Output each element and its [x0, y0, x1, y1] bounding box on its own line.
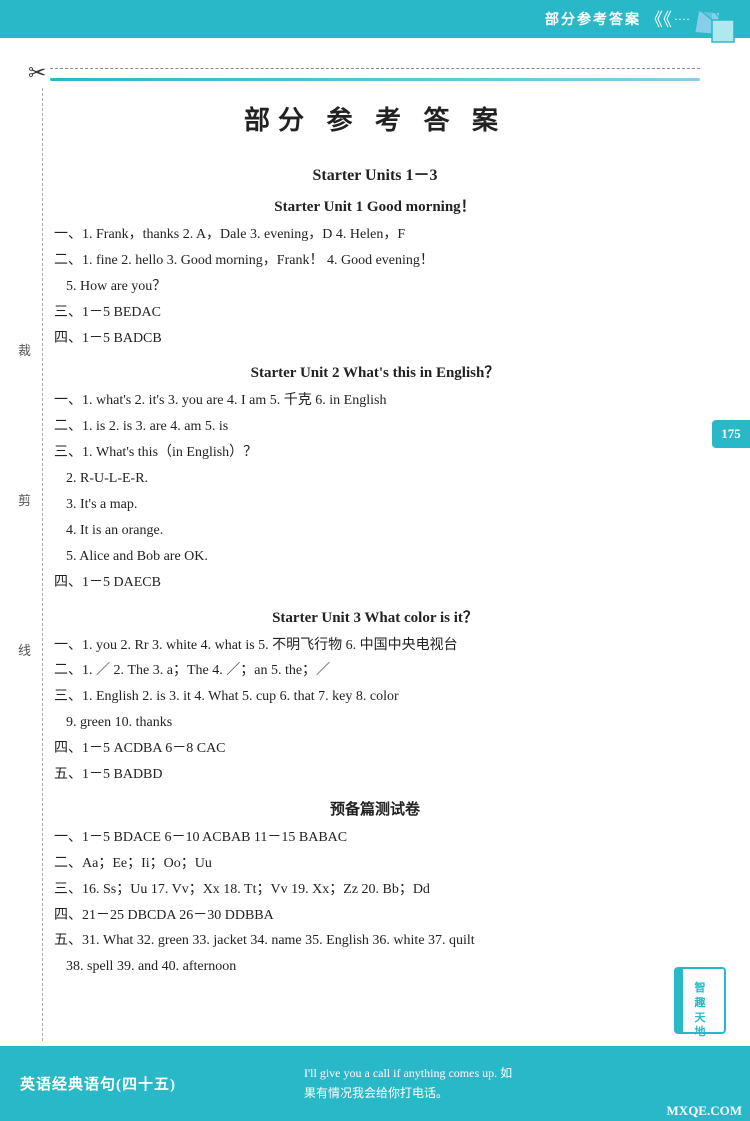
unit3-line-1: 一、1. you 2. Rr 3. white 4. what is 5. 不明…	[54, 633, 700, 659]
main-content: 部分 参 考 答 案 Starter Units 1－3 Starter Uni…	[50, 88, 700, 1041]
cut-line-horizontal	[50, 68, 700, 69]
unit2-title: Starter Unit 2 What's this in English？	[50, 361, 700, 382]
header-label: 部分参考答案	[545, 9, 641, 29]
unit1-line-2: 二、1. fine 2. hello 3. Good morning，Frank…	[54, 248, 700, 274]
svg-text:地: 地	[695, 1024, 706, 1038]
test-line-2: 二、Aa；Ee；Ii；Oo；Uu	[54, 851, 700, 877]
cut-line-vertical	[42, 88, 43, 1041]
unit2-line-8: 四、1－5 DAECB	[54, 570, 700, 596]
side-label-xian: 线	[18, 640, 32, 659]
unit3-line-6: 五、1－5 BADBD	[54, 762, 700, 788]
page-number-badge: 175	[712, 420, 750, 448]
mxqe-logo: MXQE.COM	[659, 1101, 750, 1121]
unit2-line-6: 4. It is an orange.	[66, 518, 700, 544]
unit2-line-2: 二、1. is 2. is 3. are 4. am 5. is	[54, 414, 700, 440]
svg-text:趣: 趣	[694, 995, 707, 1009]
side-label-cai: 裁	[18, 340, 32, 359]
unit3-title: Starter Unit 3 What color is it？	[50, 606, 700, 627]
scissors-icon: ✂	[28, 60, 46, 86]
footer-left-text: 英语经典语句(四十五)	[20, 1073, 304, 1094]
side-label-jian: 剪	[18, 490, 32, 509]
svg-text:天: 天	[695, 1011, 707, 1024]
unit2-line-7: 5. Alice and Bob are OK.	[66, 544, 700, 570]
unit2-line-5: 3. It's a map.	[66, 492, 700, 518]
footer-right-en: I'll give you a call if anything comes u…	[304, 1064, 730, 1083]
book-decoration: 智 趣 天 地	[670, 963, 740, 1043]
page-title: 部分 参 考 答 案	[50, 100, 700, 137]
header-arrows: 《《	[645, 6, 672, 32]
cube-icon	[692, 2, 742, 52]
test-line-5: 五、31. What 32. green 33. jacket 34. name…	[54, 928, 700, 954]
footer-right-zh: 果有情况我会给你打电话。	[304, 1084, 730, 1103]
unit3-line-2: 二、1. ／ 2. The 3. a；The 4. ／；an 5. the；／	[54, 658, 700, 684]
svg-text:智: 智	[695, 980, 706, 994]
test-line-1: 一、1－5 BDACE 6－10 ACBAB 11－15 BABAC	[54, 825, 700, 851]
header-dots: ····	[674, 12, 690, 27]
unit2-line-4: 2. R-U-L-E-R.	[66, 466, 700, 492]
test-line-6: 38. spell 39. and 40. afternoon	[66, 954, 700, 980]
test-title: 预备篇测试卷	[50, 798, 700, 819]
unit2-line-3: 三、1. What's this（in English）？	[54, 440, 700, 466]
footer-right-text: I'll give you a call if anything comes u…	[304, 1064, 730, 1102]
unit3-line-3: 三、1. English 2. is 3. it 4. What 5. cup …	[54, 684, 700, 710]
header-bar: 部分参考答案 《《 ····	[0, 0, 750, 38]
unit1-line-3: 5. How are you？	[66, 274, 700, 300]
footer: 英语经典语句(四十五) I'll give you a call if anyt…	[0, 1046, 750, 1121]
unit1-line-1: 一、1. Frank，thanks 2. A，Dale 3. evening，D…	[54, 222, 700, 248]
unit3-line-5: 四、1－5 ACDBA 6－8 CAC	[54, 736, 700, 762]
unit3-line-4: 9. green 10. thanks	[66, 710, 700, 736]
test-line-4: 四、21－25 DBCDA 26－30 DDBBA	[54, 903, 700, 929]
unit2-line-1: 一、1. what's 2. it's 3. you are 4. I am 5…	[54, 388, 700, 414]
section-starter-units-title: Starter Units 1－3	[50, 161, 700, 185]
unit1-line-5: 四、1－5 BADCB	[54, 326, 700, 352]
unit1-title: Starter Unit 1 Good morning！	[50, 195, 700, 216]
blue-accent-line	[50, 78, 700, 81]
test-line-3: 三、16. Ss；Uu 17. Vv；Xx 18. Tt；Vv 19. Xx；Z…	[54, 877, 700, 903]
unit1-line-4: 三、1－5 BEDAC	[54, 300, 700, 326]
